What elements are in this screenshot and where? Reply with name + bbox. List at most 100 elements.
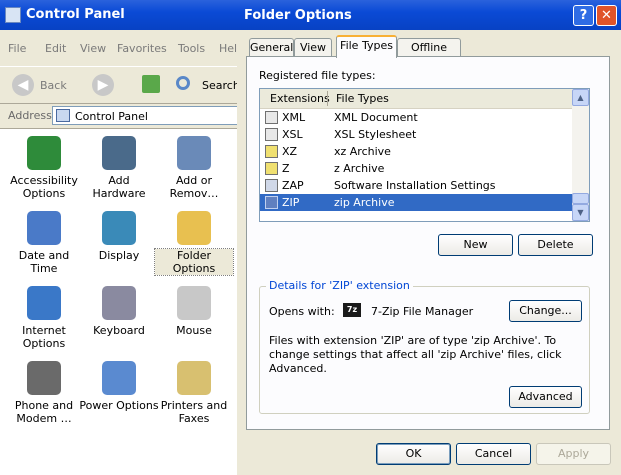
menu-edit[interactable]: Edit (45, 42, 66, 55)
item-label: Printers and Faxes (160, 399, 228, 425)
row-extension: XSL (282, 128, 303, 141)
keyboard-icon (102, 286, 136, 320)
list-item[interactable]: XSL XSL Stylesheet (260, 126, 573, 143)
address-input[interactable]: Control Panel (52, 106, 242, 125)
tab-file-types[interactable]: File Types (336, 35, 397, 58)
item-add-remove-programs[interactable]: Add or Remov… (157, 136, 231, 200)
item-label: Display (98, 249, 140, 262)
item-folder-options[interactable]: Folder Options (154, 211, 234, 276)
mouse-icon (177, 286, 211, 320)
scroll-down-icon[interactable]: ▼ (572, 204, 589, 221)
forward-arrow-icon[interactable]: ▶ (92, 74, 114, 96)
archive-file-icon (265, 145, 278, 158)
tab-offline-files[interactable]: Offline Files (397, 38, 461, 71)
item-keyboard[interactable]: Keyboard (82, 286, 156, 337)
control-panel-small-icon (56, 109, 70, 122)
menu-file[interactable]: File (8, 42, 26, 55)
control-panel-icon (5, 7, 21, 23)
tab-view[interactable]: View (294, 38, 332, 56)
menu-tools[interactable]: Tools (178, 42, 205, 55)
item-label: Keyboard (93, 324, 145, 337)
folder-icon (177, 211, 211, 245)
7zip-app-icon: 7z (343, 303, 361, 317)
monitor-icon (102, 211, 136, 245)
row-extension: ZIP (282, 196, 300, 209)
row-extension: ZAP (282, 179, 304, 192)
row-file-type: z Archive (334, 162, 385, 175)
scroll-thumb[interactable] (572, 193, 589, 204)
help-icon[interactable]: ? (573, 5, 594, 26)
back-arrow-icon[interactable]: ◀ (12, 74, 34, 96)
back-label[interactable]: Back (40, 79, 67, 92)
details-description: Files with extension 'ZIP' are of type '… (269, 334, 562, 375)
menu-help[interactable]: Hel (219, 42, 237, 55)
menu-favorites[interactable]: Favorites (117, 42, 167, 55)
list-header: Extensions File Types (260, 89, 573, 109)
globe-icon (27, 286, 61, 320)
apply-button[interactable]: Apply (536, 443, 611, 465)
search-icon[interactable] (176, 76, 190, 90)
advanced-button[interactable]: Advanced (509, 386, 582, 408)
item-power-options[interactable]: Power Options (79, 361, 159, 412)
installer-file-icon (265, 179, 278, 192)
cancel-button[interactable]: Cancel (456, 443, 531, 465)
item-phone-and-modem[interactable]: Phone and Modem … (7, 361, 81, 425)
close-icon[interactable]: ✕ (596, 5, 617, 26)
list-item[interactable]: ZAP Software Installation Settings (260, 177, 573, 194)
dialog-title-bar[interactable]: Folder Options ? ✕ (237, 0, 621, 30)
address-value: Control Panel (75, 110, 148, 123)
list-item[interactable]: Z z Archive (260, 160, 573, 177)
row-file-type: xz Archive (334, 145, 391, 158)
list-item[interactable]: XZ xz Archive (260, 143, 573, 160)
row-extension: XML (282, 111, 306, 124)
item-label: Mouse (176, 324, 212, 337)
item-date-and-time[interactable]: Date and Time (7, 211, 81, 275)
item-label: Power Options (79, 399, 159, 412)
new-button[interactable]: New (438, 234, 513, 256)
item-mouse[interactable]: Mouse (157, 286, 231, 337)
up-folder-icon[interactable] (142, 75, 160, 93)
item-display[interactable]: Display (82, 211, 156, 262)
row-file-type: Software Installation Settings (334, 179, 496, 192)
item-printers-and-faxes[interactable]: Printers and Faxes (157, 361, 231, 425)
list-item[interactable]: XML XML Document (260, 109, 573, 126)
file-types-list[interactable]: Extensions File Types XML XML Document X… (259, 88, 590, 222)
registered-file-types-label: Registered file types: (259, 69, 376, 82)
tab-general[interactable]: General (249, 38, 294, 56)
printer-icon (177, 361, 211, 395)
item-accessibility-options[interactable]: Accessibility Options (7, 136, 81, 200)
delete-button[interactable]: Delete (518, 234, 593, 256)
item-label: Internet Options (22, 324, 66, 350)
item-label: Accessibility Options (10, 174, 78, 200)
list-item-selected[interactable]: ZIP zip Archive (260, 194, 573, 211)
item-label: Date and Time (18, 249, 70, 275)
phone-icon (27, 361, 61, 395)
item-label: Add or Remov… (169, 174, 219, 200)
column-divider[interactable] (327, 91, 328, 106)
ok-button[interactable]: OK (376, 443, 451, 465)
vertical-scrollbar[interactable]: ▲ ▼ (572, 89, 589, 221)
column-extensions[interactable]: Extensions (270, 92, 330, 105)
scroll-up-icon[interactable]: ▲ (572, 89, 589, 106)
search-label[interactable]: Search (202, 79, 240, 92)
zip-file-icon (265, 196, 278, 209)
change-button[interactable]: Change... (509, 300, 582, 322)
control-panel-window: Control Panel File Edit View Favorites T… (0, 0, 242, 475)
hardware-icon (102, 136, 136, 170)
address-label: Address (8, 109, 52, 122)
accessibility-icon (27, 136, 61, 170)
row-file-type: XML Document (334, 111, 418, 124)
xml-file-icon (265, 111, 278, 124)
menu-bar: File Edit View Favorites Tools Hel (0, 42, 237, 62)
column-file-types[interactable]: File Types (336, 92, 389, 105)
address-bar: Address Control Panel (0, 104, 242, 129)
opens-with-label: Opens with: (269, 305, 335, 318)
control-panel-items: Accessibility Options Add Hardware Add o… (0, 129, 237, 475)
row-extension: Z (282, 162, 290, 175)
control-panel-title-bar[interactable]: Control Panel (0, 0, 237, 30)
item-add-hardware[interactable]: Add Hardware (82, 136, 156, 200)
toolbar: ◀ Back ▶ Search (0, 66, 240, 104)
item-label: Folder Options (154, 248, 234, 276)
menu-view[interactable]: View (80, 42, 106, 55)
item-internet-options[interactable]: Internet Options (7, 286, 81, 350)
